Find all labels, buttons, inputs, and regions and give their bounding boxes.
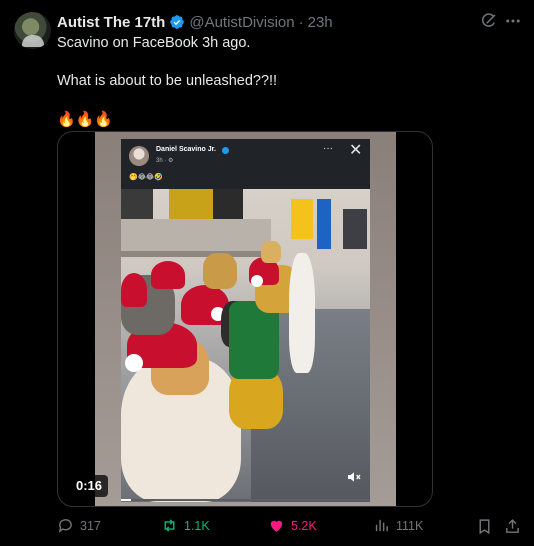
fb-post-emojis: 🤭😂😂🤣: [129, 174, 163, 181]
fb-close-icon: ✕: [349, 142, 363, 159]
share-icon[interactable]: [504, 518, 521, 535]
reply-icon: [58, 519, 72, 533]
tweet-timestamp[interactable]: 23h: [308, 14, 333, 31]
grok-icon[interactable]: [480, 12, 498, 30]
fb-author-name: Daniel Scavino Jr.: [156, 146, 216, 153]
bookmark-icon[interactable]: [476, 518, 493, 535]
views-count: 111K: [396, 518, 424, 533]
tweet-line-1: Scavino on FaceBook 3h ago.: [57, 35, 251, 51]
tweet-line-2: What is about to be unleashed??!!: [57, 73, 278, 89]
repost-count: 1.1K: [184, 518, 210, 533]
views-button[interactable]: 111K: [373, 517, 423, 534]
author-avatar[interactable]: [14, 12, 51, 49]
repost-button[interactable]: 1.1K: [161, 517, 210, 534]
verified-icon: [170, 15, 185, 29]
video-player[interactable]: Daniel Scavino Jr. 3h · ⚙ ··· ✕ 🤭😂😂🤣 0:1…: [57, 131, 433, 507]
like-count: 5.2K: [291, 518, 317, 533]
tweet-line-3: 🔥🔥🔥: [57, 111, 114, 128]
author-display-name[interactable]: Autist The 17th: [57, 14, 165, 31]
fb-avatar: [129, 146, 149, 166]
reply-count: 317: [80, 518, 101, 533]
video-frame: Daniel Scavino Jr. 3h · ⚙ ··· ✕ 🤭😂😂🤣: [121, 139, 370, 502]
tweet-header: Autist The 17th @AutistDivision · 23h: [57, 12, 333, 32]
video-progress-bar[interactable]: [121, 499, 370, 501]
fb-more-icon: ···: [323, 143, 333, 154]
views-icon: [375, 519, 388, 532]
reply-button[interactable]: 317: [57, 517, 101, 534]
mute-icon[interactable]: [346, 469, 362, 485]
tweet-body: Scavino on FaceBook 3h ago. What is abou…: [57, 34, 277, 129]
video-duration: 0:16: [70, 475, 109, 497]
fb-verified-icon: [222, 147, 229, 154]
tweet-actions: 317 1.1K 5.2K 111K: [57, 517, 525, 537]
fb-post-time: 3h · ⚙: [156, 158, 174, 164]
author-handle[interactable]: @AutistDivision: [189, 14, 294, 31]
more-icon[interactable]: [504, 12, 522, 30]
like-button[interactable]: 5.2K: [268, 517, 317, 534]
video-progress-fill: [121, 499, 131, 501]
video-scene: [121, 189, 370, 502]
facebook-post-header: Daniel Scavino Jr. 3h · ⚙ ··· ✕ 🤭😂😂🤣: [121, 139, 370, 189]
separator-dot: ·: [298, 13, 304, 31]
repost-icon: [164, 519, 175, 532]
like-icon: [270, 520, 283, 532]
